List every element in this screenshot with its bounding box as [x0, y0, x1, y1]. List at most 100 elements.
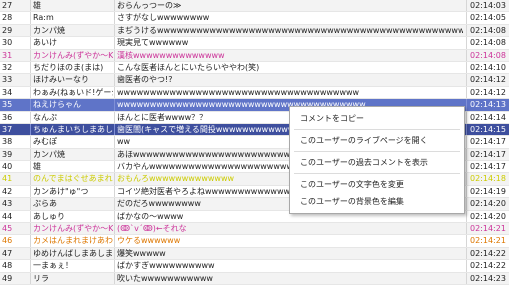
- comment-row[interactable]: 28 Ra:m さすがなしwwwwwwww 02:14:05: [0, 12, 509, 25]
- comment-time: 02:14:13: [466, 99, 509, 111]
- comment-user: なんぷ: [30, 111, 113, 123]
- comment-row[interactable]: 29 カンパ焼 まぢうけるwwwwwwwwwwwwwwwwwwwwwwwwwwwww…: [0, 24, 509, 38]
- comment-number: 41: [2, 174, 13, 184]
- comment-time: 02:14:05: [466, 12, 509, 24]
- comment-time: 02:14:22: [466, 247, 509, 260]
- comment-user: あしゅり: [30, 210, 113, 222]
- comment-user: あいけ: [30, 37, 113, 49]
- menu-item-show-past-comments[interactable]: このユーザーの過去コメントを表示: [290, 154, 464, 171]
- comment-time: 02:14:23: [466, 272, 509, 284]
- comment-number: 42: [2, 186, 13, 196]
- comment-time: 02:14:21: [466, 223, 509, 235]
- comment-time: 02:14:17: [466, 161, 509, 173]
- menu-separator: [294, 173, 460, 174]
- comment-number: 48: [2, 261, 13, 271]
- comment-number: 31: [2, 50, 13, 60]
- comment-row[interactable]: 47 ゆめけんばしまあしま 爆笑wwwww 02:14:22: [0, 247, 509, 261]
- comment-time: 02:14:12: [466, 74, 509, 86]
- comment-time: 02:14:22: [466, 260, 509, 272]
- comment-number: 49: [2, 273, 13, 283]
- comment-row[interactable]: 46 カメはんまれまけあわる ウケるwwwwww 02:14:21: [0, 235, 509, 248]
- comment-time: 02:14:17: [466, 148, 509, 161]
- comment-row[interactable]: 34 わぁみ(ねぁいド!ゲーシルwwwwwwwwwwwwwwwwwwwwwwwww…: [0, 86, 509, 100]
- comment-user: 雄: [30, 161, 113, 173]
- comment-user: ゆめけんばしまあしま: [30, 247, 113, 260]
- comment-text: 爆笑wwwww: [114, 247, 463, 260]
- comment-user: 一まぁぇ！: [30, 260, 113, 272]
- comment-user: ねえけらゃん: [30, 99, 113, 111]
- comment-text: おらんっつーの≫: [114, 0, 463, 12]
- comment-number: 36: [2, 112, 13, 122]
- comment-user: わぁみ(ねぁいド!ゲーシル: [30, 86, 113, 99]
- comment-row[interactable]: 30 あいけ 現実見てwwwwww 02:14:08: [0, 37, 509, 50]
- comment-row[interactable]: 32 ちだりほのま(まは) こんな医者ほんとにいたらいややわ(笑) 02:14:10: [0, 61, 509, 75]
- comment-text: まぢうけるwwwwwwwwwwwwwwwwwwwwwwwwwwwwwwwwwww…: [114, 24, 463, 37]
- comment-user: ぷらあ: [30, 198, 113, 210]
- comment-row[interactable]: 49 リラ 吹いたwwwwwwwwwww 02:14:23: [0, 272, 509, 285]
- comment-user: カンけんみ(ずやか～Kc: [30, 223, 113, 235]
- comment-time: 02:14:21: [466, 235, 509, 247]
- comment-text: 現実見てwwwwww: [114, 37, 463, 49]
- menu-separator: [294, 151, 460, 152]
- comment-time: 02:14:15: [466, 123, 509, 136]
- context-menu: コメントをコピー このユーザーのライブページを開く このユーザーの過去コメントを…: [289, 106, 465, 214]
- menu-item-open-live-page[interactable]: このユーザーのライブページを開く: [290, 132, 464, 149]
- comment-number: 32: [2, 62, 13, 72]
- menu-separator: [294, 129, 460, 130]
- comment-row[interactable]: 27 雄おらんっつーの≫ 02:14:03: [0, 0, 509, 13]
- comment-number: 30: [2, 38, 13, 48]
- comment-time: 02:14:12: [466, 86, 509, 99]
- comment-user: カメはんまれまけあわる: [30, 235, 113, 247]
- comment-user: ほけみいーなり: [30, 74, 113, 86]
- comment-row[interactable]: 48 一まぁぇ！ ばかすぎwwwwwwwwww 02:14:22: [0, 260, 509, 273]
- comment-user: Ra:m: [30, 12, 113, 24]
- comment-user: ちだりほのま(まは): [30, 61, 113, 74]
- comment-time: 02:14:08: [466, 49, 509, 61]
- comment-number: 28: [2, 13, 13, 23]
- comment-user: カンパ焼: [30, 148, 113, 161]
- comment-text: 吹いたwwwwwwwwwww: [114, 272, 463, 284]
- comment-number: 27: [2, 1, 13, 10]
- comment-number: 45: [2, 224, 13, 234]
- comment-row[interactable]: 45 カンけんみ(ずやか～Kc (ↂ`ⅴ´ↂ)←それな 02:14:21: [0, 223, 509, 236]
- menu-item-change-text-color[interactable]: このユーザーの文字色を変更: [290, 176, 464, 193]
- comment-time: 02:14:08: [466, 37, 509, 49]
- comment-time: 02:14:08: [466, 24, 509, 37]
- comment-text: こんな医者ほんとにいたらいややわ(笑): [114, 61, 463, 74]
- comment-row[interactable]: 33 ほけみいーなり 歯医者のやつ!? 02:14:12: [0, 74, 509, 87]
- comment-number: 44: [2, 211, 13, 221]
- comment-number: 39: [2, 149, 13, 159]
- comment-time: 02:14:14: [466, 111, 509, 123]
- comment-number: 38: [2, 137, 13, 147]
- comment-time: 02:14:17: [466, 136, 509, 148]
- comment-time: 02:14:18: [466, 173, 509, 185]
- comment-user: のんでまはぐせあまれほし: [30, 173, 113, 185]
- comment-number: 46: [2, 236, 13, 246]
- comment-number: 33: [2, 75, 13, 85]
- menu-item-edit-background-color[interactable]: このユーザーの背景色を編集: [290, 193, 464, 210]
- comment-time: 02:14:10: [466, 61, 509, 74]
- comment-row[interactable]: 31 カンけんみ(ずやか～Kc 漢核wwwwwwwwwwwwww 02:14:08: [0, 49, 509, 62]
- comment-text: 漢核wwwwwwwwwwwwww: [114, 49, 463, 61]
- comment-time: 02:14:20: [466, 198, 509, 210]
- comment-number: 29: [2, 25, 13, 35]
- comment-number: 37: [2, 124, 13, 134]
- comment-text: ばかすぎwwwwwwwwww: [114, 260, 463, 272]
- comment-time: 02:14:20: [466, 210, 509, 222]
- comment-text: さすがなしwwwwwwww: [114, 12, 463, 24]
- comment-user: カンけんみ(ずやか～Kc: [30, 49, 113, 61]
- comment-number: 34: [2, 87, 13, 97]
- comment-number: 40: [2, 162, 13, 172]
- comment-user: カンパ焼: [30, 24, 113, 37]
- comment-number: 47: [2, 248, 13, 258]
- comment-user: リラ: [30, 272, 113, 284]
- comment-number: 35: [2, 100, 13, 110]
- comment-user: ちゅんまいちしまあしま: [30, 123, 113, 136]
- comment-user: 雄: [30, 0, 113, 12]
- comment-user: カンあけ"ゅ"つ: [30, 185, 113, 198]
- comment-number: 43: [2, 199, 13, 209]
- comment-text: ウケるwwwwww: [114, 235, 463, 247]
- menu-item-copy-comment[interactable]: コメントをコピー: [290, 110, 464, 127]
- comment-text: (ↂ`ⅴ´ↂ)←それな: [114, 223, 463, 235]
- comment-text: wwwwwwwwwwwwwwwwwwwwwwwwwwwwwwwwwwwww: [114, 86, 463, 99]
